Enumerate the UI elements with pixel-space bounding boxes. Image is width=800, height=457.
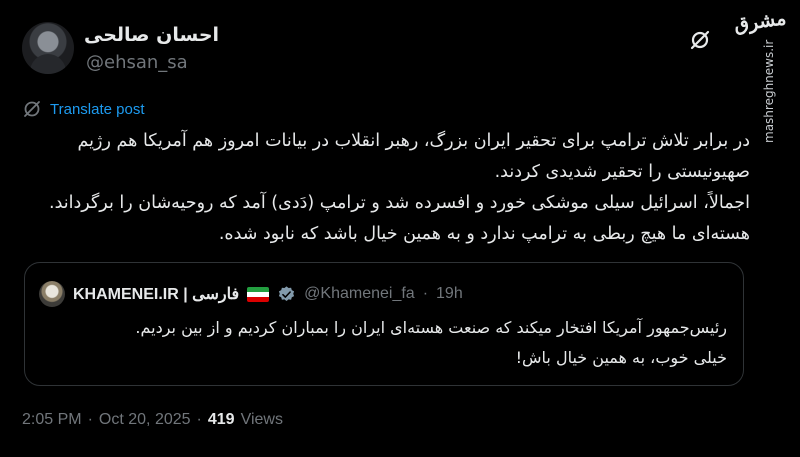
tweet-date[interactable]: Oct 20, 2025 [99,411,191,429]
quoted-tweet-card[interactable]: KHAMENEI.IR | فارسی @Khamenei_fa · 19h ر… [24,262,744,386]
quoted-author-avatar[interactable] [39,281,65,307]
separator-dot: · [87,411,93,428]
author-handle[interactable]: @ehsan_sa [86,52,188,73]
author-avatar[interactable] [22,22,74,74]
quoted-tweet-time[interactable]: 19h [436,285,463,303]
views-label: Views [240,411,283,428]
quoted-tweet-text: رئیس‌جمهور آمریکا افتخار میکند که صنعت ه… [39,313,727,373]
quoted-author-handle[interactable]: @Khamenei_fa [304,285,415,303]
quoted-tweet-paragraph: رئیس‌جمهور آمریکا افتخار میکند که صنعت ه… [135,318,727,337]
separator-dot: · [422,285,429,302]
translate-post-label: Translate post [50,100,145,118]
views-count[interactable]: 419 [208,411,235,429]
grok-icon[interactable] [688,28,712,52]
quoted-tweet-header: KHAMENEI.IR | فارسی @Khamenei_fa · 19h [39,281,463,307]
quoted-author-name[interactable]: KHAMENEI.IR | فارسی [73,284,239,304]
tweet-meta: 2:05 PM · Oct 20, 2025 · 419 Views [22,411,283,429]
iran-flag-icon [247,286,270,302]
author-display-name[interactable]: احسان صالحی [84,24,219,46]
watermark-text: mashreghnews.ir [762,40,776,144]
translate-post-link[interactable]: Translate post [22,99,145,119]
translate-icon [24,101,40,117]
tweet-paragraph: اجمالاً، اسرائیل سیلی موشکی خورد و افسرد… [49,193,750,244]
verified-badge-icon [279,285,295,301]
quoted-tweet-paragraph: خیلی خوب، به همین خیال باش! [515,348,727,367]
tweet-time[interactable]: 2:05 PM [22,411,82,429]
separator-dot: · [196,411,202,428]
mashregh-logo: مشرق [732,7,788,37]
tweet-text: در برابر تلاش ترامپ برای تحقیر ایران بزر… [22,126,750,250]
tweet-paragraph: در برابر تلاش ترامپ برای تحقیر ایران بزر… [77,131,750,182]
